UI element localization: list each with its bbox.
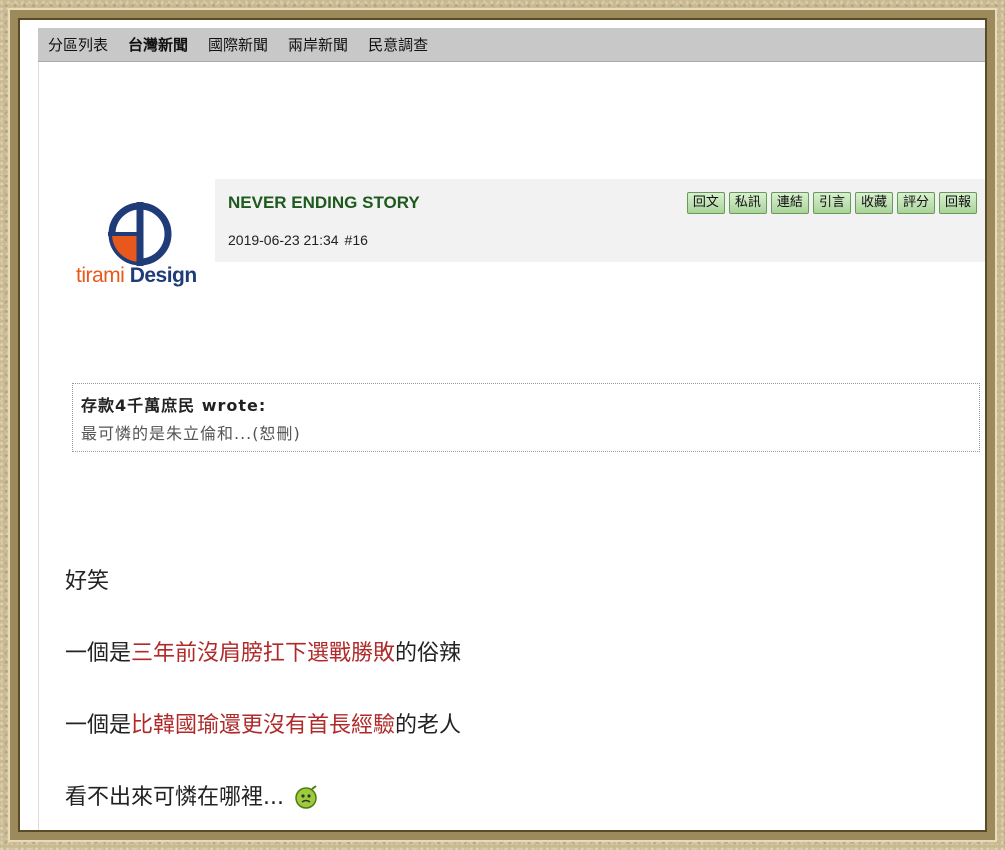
nav-item-polls[interactable]: 民意調查 [368,34,428,55]
reply-button[interactable]: 回文 [686,192,725,214]
body-line-2-pre: 一個是 [65,641,132,666]
post-author[interactable]: NEVER ENDING STORY [228,193,420,213]
nav-item-international-news[interactable]: 國際新聞 [208,34,268,55]
post-datetime: 2019-06-23 21:34 [228,232,339,248]
page-frame: 分區列表 台灣新聞 國際新聞 兩岸新聞 民意調查 tirami Design N… [10,10,995,840]
favorite-button[interactable]: 收藏 [854,192,893,214]
logo-word-a: tirami [76,264,125,287]
quote-body: 最可憐的是朱立倫和...(恕刪) [81,424,301,443]
nav-item-forum-list[interactable]: 分區列表 [48,34,108,55]
quote-author: 存款4千萬庶民 wrote: [81,396,267,415]
body-line-4: 看不出來可憐在哪裡... [65,784,461,812]
body-line-1: 好笑 [65,569,110,594]
logo-wordmark: tirami Design [76,264,197,288]
body-line-2-post: 的俗辣 [395,641,462,666]
body-line-2-highlight: 三年前沒肩膀扛下選戰勝敗 [131,641,396,666]
private-message-button[interactable]: 私訊 [728,192,767,214]
post-header: NEVER ENDING STORY 2019-06-23 21:34 #16 回… [215,179,985,262]
nav-item-cross-strait-news[interactable]: 兩岸新聞 [288,34,348,55]
body-line-3: 一個是比韓國瑜還更沒有首長經驗的老人 [65,712,461,740]
logo-word-b: Design [129,264,198,287]
top-nav: 分區列表 台灣新聞 國際新聞 兩岸新聞 民意調查 [38,28,985,62]
body-line-4-text: 看不出來可憐在哪裡... [65,785,284,810]
post-body: 好笑 一個是三年前沒肩膀扛下選戰勝敗的俗辣 一個是比韓國瑜還更沒有首長經驗的老人… [65,568,461,830]
rate-button[interactable]: 評分 [896,192,935,214]
post-number[interactable]: #16 [345,232,368,248]
nav-item-taiwan-news[interactable]: 台灣新聞 [128,34,188,55]
smirk-emoji-icon [295,785,317,809]
body-line-3-highlight: 比韓國瑜還更沒有首長經驗 [131,713,396,738]
quote-block: 存款4千萬庶民 wrote: 最可憐的是朱立倫和...(恕刪) [72,383,980,452]
body-line-2: 一個是三年前沒肩膀扛下選戰勝敗的俗辣 [65,640,461,668]
divider [38,62,39,830]
quote-button[interactable]: 引言 [812,192,851,214]
page-content: 分區列表 台灣新聞 國際新聞 兩岸新聞 民意調查 tirami Design N… [20,20,985,830]
post-meta: 2019-06-23 21:34 #16 [228,232,374,248]
post-actions: 回文 私訊 連結 引言 收藏 評分 回報 [686,192,977,214]
report-button[interactable]: 回報 [938,192,977,214]
body-line-3-pre: 一個是 [65,713,132,738]
body-line-3-post: 的老人 [395,713,462,738]
link-button[interactable]: 連結 [770,192,809,214]
